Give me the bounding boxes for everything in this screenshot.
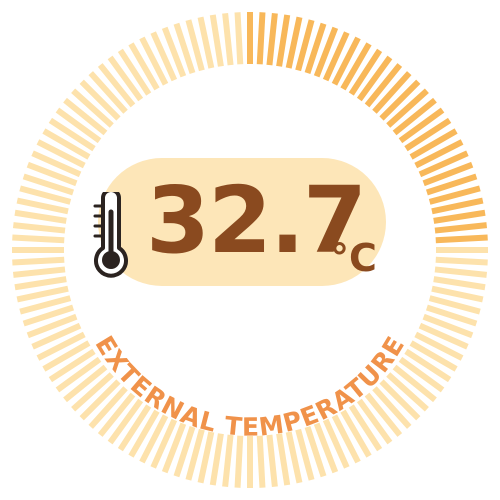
gauge-tick <box>209 433 224 486</box>
thermometer-icon <box>93 192 128 278</box>
gauge-tick <box>266 434 278 488</box>
gauge-tick <box>209 14 224 67</box>
gauge-tick <box>222 12 234 66</box>
gauge-tick-active <box>434 222 488 234</box>
gauge-tick <box>433 276 486 291</box>
gauge-tick <box>276 433 291 486</box>
gauge-tick-active <box>435 234 488 244</box>
gauge-tick <box>256 435 266 488</box>
temperature-gauge-widget: 32.7 °C EXTERNAL TEMPERATURE <box>0 0 500 500</box>
gauge-tick-active <box>266 12 278 66</box>
gauge-tick-active <box>256 12 266 65</box>
gauge-tick <box>222 434 234 488</box>
gauge-tick <box>435 256 488 266</box>
gauge-tick-active <box>276 14 291 67</box>
gauge-tick <box>234 12 244 65</box>
gauge-tick-active <box>433 209 486 224</box>
gauge-tick <box>234 435 244 488</box>
gauge-tick <box>14 276 67 291</box>
gauge-tick <box>12 256 65 266</box>
temperature-unit: °C <box>330 236 377 280</box>
gauge-tick <box>14 209 67 224</box>
gauge-tick <box>12 234 65 244</box>
gauge-tick <box>12 266 66 278</box>
gauge-tick <box>12 222 66 234</box>
gauge-tick <box>434 266 488 278</box>
